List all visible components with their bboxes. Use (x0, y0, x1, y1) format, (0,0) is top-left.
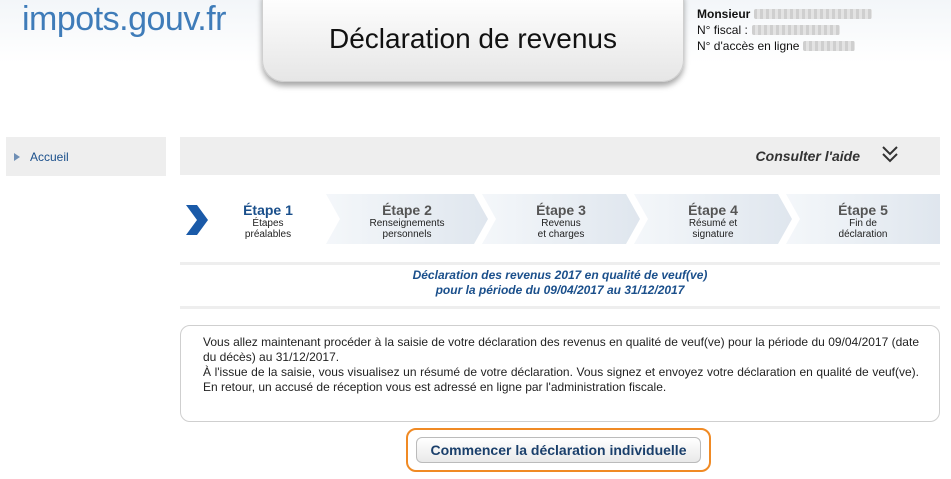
step-title: Étape 5 (838, 202, 888, 218)
redacted-fiscal-number (751, 25, 840, 35)
step-subtitle-line2: préalables (244, 229, 292, 240)
arrow-right-icon (14, 152, 20, 161)
divider (180, 306, 940, 309)
divider (180, 262, 940, 265)
access-number-label: N° d'accès en ligne (697, 39, 800, 53)
sidebar-item-label: Accueil (30, 149, 69, 164)
info-paragraph-2: À l'issue de la saisie, vous visualisez … (203, 365, 919, 394)
step-subtitle-line2: et charges (537, 229, 585, 240)
step-2: Étape 2 Renseignements personnels (326, 194, 488, 244)
step-subtitle-line1: Étapes (252, 218, 284, 229)
step-subtitle-line1: Renseignements (369, 218, 445, 229)
step-subtitle-line1: Fin de (849, 218, 877, 229)
page-title: Déclaration de revenus (329, 23, 617, 54)
step-1: Étape 1 Étapes préalables (180, 194, 330, 244)
step-title: Étape 3 (536, 202, 586, 218)
step-3: Étape 3 Revenus et charges (482, 194, 640, 244)
page-title-panel: Déclaration de revenus (262, 0, 684, 82)
step-progress: Étape 1 Étapes préalables Étape 2 Rensei… (180, 194, 940, 246)
user-salutation: Monsieur (697, 7, 751, 21)
site-logo[interactable]: impots.gouv.fr (22, 0, 227, 39)
double-chevron-down-icon[interactable] (880, 143, 900, 165)
redacted-access-number (803, 41, 856, 51)
info-box: Vous allez maintenant procéder à la sais… (180, 325, 940, 422)
step-title: Étape 1 (243, 202, 293, 218)
help-bar: Consulter l'aide (180, 137, 940, 175)
info-paragraph-1: Vous allez maintenant procéder à la sais… (203, 335, 919, 364)
redacted-name (754, 9, 873, 19)
start-declaration-button[interactable]: Commencer la déclaration individuelle (416, 437, 701, 463)
step-title: Étape 4 (688, 202, 738, 218)
sidebar-item-accueil[interactable]: Accueil (6, 137, 166, 176)
step-subtitle-line2: déclaration (838, 229, 888, 240)
notice-line-2: pour la période du 09/04/2017 au 31/12/2… (435, 283, 685, 297)
step-subtitle-line1: Résumé et (688, 218, 738, 229)
start-button-highlight: Commencer la déclaration individuelle (406, 428, 711, 472)
step-subtitle-line2: signature (692, 229, 734, 240)
step-4: Étape 4 Résumé et signature (634, 194, 792, 244)
step-title: Étape 2 (382, 202, 432, 218)
step-subtitle-line2: personnels (382, 229, 432, 240)
declaration-notice: Déclaration des revenus 2017 en qualité … (180, 268, 940, 298)
step-subtitle-line1: Revenus (541, 218, 581, 229)
help-link[interactable]: Consulter l'aide (756, 148, 860, 164)
user-info: Monsieur N° fiscal : N° d'accès en ligne (697, 6, 873, 54)
fiscal-number-label: N° fiscal : (697, 23, 748, 37)
step-5: Étape 5 Fin de déclaration (786, 194, 940, 244)
header: impots.gouv.fr Déclaration de revenus Mo… (0, 0, 951, 90)
notice-line-1: Déclaration des revenus 2017 en qualité … (412, 268, 708, 282)
